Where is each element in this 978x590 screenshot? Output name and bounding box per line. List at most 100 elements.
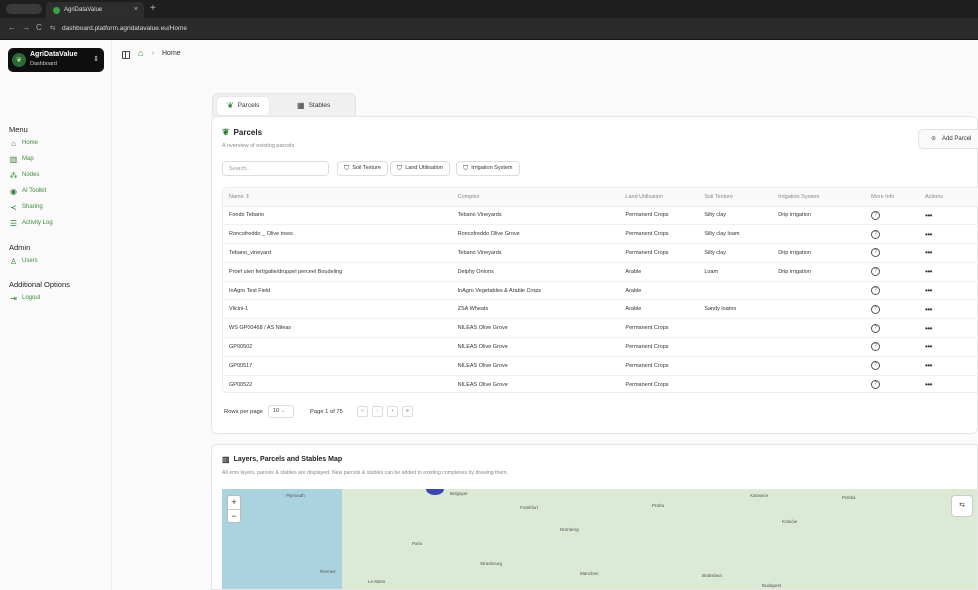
page-indicator: Page 1 of 75 <box>310 408 343 415</box>
more-actions-icon[interactable]: ••• <box>925 380 932 389</box>
table-row[interactable]: Fondo Tebano Tebano Vineyards Permanent Cr… <box>223 206 978 226</box>
sidebar-item-users[interactable]: ♙ Users <box>9 255 38 267</box>
site-info-icon[interactable]: ⇆ <box>50 22 58 36</box>
map-view[interactable]: Belgique Praha Katowice Plymouth Frankfurt Nü… <box>222 489 977 589</box>
table-row[interactable]: GP00517 NILEAS Olive Grove Permanent Crops… <box>223 356 978 376</box>
cell-irrigation-system <box>772 318 866 339</box>
first-page-button[interactable]: « <box>356 406 368 417</box>
help-circle-icon[interactable]: ? <box>871 361 881 371</box>
map-place-label: Strasbourg <box>480 561 503 566</box>
help-circle-icon[interactable]: ? <box>871 210 881 220</box>
rows-per-page-select[interactable]: 10 ⌄ <box>268 405 294 418</box>
table-row[interactable]: InAgro Test Field InAgro Vegetables & Ara… <box>223 281 978 301</box>
more-actions-icon[interactable]: ••• <box>925 361 932 370</box>
table-row[interactable]: Proef uien fertigatie/druppel perceel Bo… <box>223 262 978 282</box>
column-header-more-info: More Info <box>865 188 920 207</box>
sidebar-item-ai-toolkit[interactable]: ◉ AI Toolkit <box>9 185 46 197</box>
table-row[interactable]: Vilcini-1 ZSA Wheats Arable Sandy loams? ••• <box>223 299 978 320</box>
cell-actions: ••• <box>919 375 978 392</box>
cell-complex: InAgro Vegetables & Arable Crops <box>451 281 620 301</box>
search-input[interactable] <box>222 161 329 176</box>
workspace-switcher[interactable]: ❦ AgriDataValue Dashboard ⇕ <box>8 48 104 72</box>
new-tab-button[interactable]: + <box>150 2 156 16</box>
sidebar-item-nodes[interactable]: ⁂ Nodes <box>9 169 40 181</box>
help-circle-icon[interactable]: ? <box>871 229 881 239</box>
reload-icon[interactable]: C <box>36 23 42 32</box>
cell-name: WS GP00468 / AS Nileas <box>223 318 452 339</box>
map-place-label: Praha <box>652 503 665 508</box>
back-icon[interactable]: ← <box>8 23 16 32</box>
forward-icon[interactable]: → <box>22 23 30 32</box>
sidebar-item-map[interactable]: ▥ Map <box>9 153 34 165</box>
filter-icon: ⛉ <box>344 165 350 172</box>
cell-name: GP00517 <box>223 356 452 376</box>
logout-icon: ⇥ <box>10 293 17 303</box>
prev-page-button[interactable]: ‹ <box>371 406 383 417</box>
help-circle-icon[interactable]: ? <box>871 248 881 258</box>
table-row[interactable]: WS GP00468 / AS Nileas NILEAS Olive Grove… <box>223 318 978 339</box>
cell-actions: ••• <box>919 262 978 282</box>
cell-land-utilisation: Permanent Crops <box>619 224 699 245</box>
table-row[interactable]: Tebano_vineyard Tebano Vineyards Permanent… <box>223 243 978 263</box>
tab-stables[interactable]: ▦ Stables <box>287 97 340 115</box>
column-header-name[interactable]: Name ⇕ <box>223 188 452 207</box>
column-header-complex: Complex <box>451 188 620 207</box>
cell-name: GP00502 <box>223 337 452 357</box>
help-circle-icon[interactable]: ? <box>871 286 881 296</box>
tab-close-icon[interactable]: × <box>134 2 138 18</box>
last-page-button[interactable]: » <box>401 406 413 417</box>
more-actions-icon[interactable]: ••• <box>925 286 932 295</box>
filter-soil-texture[interactable]: ⛉ Soil Texture <box>337 161 388 176</box>
table-row[interactable]: GP00522 NILEAS Olive Grove Permanent Crops… <box>223 375 978 392</box>
address-bar[interactable]: ⇆ dashboard.platform.agridatavalue.eu/Hom… <box>50 22 870 36</box>
more-actions-icon[interactable]: ••• <box>925 248 932 257</box>
sidebar-item-label: Sharing <box>22 204 43 210</box>
more-actions-icon[interactable]: ••• <box>925 342 932 351</box>
filter-icon: ⛉ <box>463 165 469 172</box>
breadcrumb-home-icon[interactable]: ⌂ <box>138 48 143 58</box>
next-page-button[interactable]: › <box>386 406 398 417</box>
cell-more-info: ? <box>865 299 920 320</box>
map-place-label: Frankfurt <box>520 505 539 510</box>
table-row[interactable]: GP00502 NILEAS Olive Grove Permanent Crops… <box>223 337 978 357</box>
filter-label: Soil Texture <box>352 165 381 171</box>
layers-toggle-button[interactable]: ⇆ <box>951 495 973 517</box>
nodes-icon: ⁂ <box>9 170 18 180</box>
sidebar-item-activity-log[interactable]: ☰ Activity Log <box>9 217 53 229</box>
cell-soil-texture <box>698 337 773 357</box>
sidebar-item-home[interactable]: ⌂ Home <box>9 137 38 149</box>
cell-land-utilisation: Permanent Crops <box>619 337 699 357</box>
cell-more-info: ? <box>865 224 920 245</box>
more-actions-icon[interactable]: ••• <box>925 324 932 333</box>
sidebar-toggle-icon[interactable] <box>122 51 130 59</box>
help-circle-icon[interactable]: ? <box>871 380 881 390</box>
help-circle-icon[interactable]: ? <box>871 323 881 333</box>
more-actions-icon[interactable]: ••• <box>925 267 932 276</box>
add-parcel-button[interactable]: ⊕ Add Parcel <box>918 129 978 149</box>
cell-complex: Delphy Onions <box>451 262 620 282</box>
filter-irrigation-system[interactable]: ⛉ Irrigation System <box>456 161 520 176</box>
table-row[interactable]: Roncofreddo _ Olive trees Roncofreddo Oli… <box>223 224 978 245</box>
more-actions-icon[interactable]: ••• <box>925 230 932 239</box>
map-cluster-marker[interactable] <box>426 489 444 495</box>
help-circle-icon[interactable]: ? <box>871 342 881 352</box>
zoom-in-button[interactable]: + <box>228 496 240 510</box>
filter-land-utilisation[interactable]: ⛉ Land Utilisation <box>390 161 450 176</box>
parcels-title: ❦ Parcels <box>222 127 262 138</box>
window-controls[interactable] <box>6 4 42 14</box>
cell-complex: Roncofreddo Olive Grove <box>451 224 620 245</box>
cell-soil-texture: Silty clay <box>698 243 773 263</box>
more-actions-icon[interactable]: ••• <box>925 211 932 220</box>
cell-actions: ••• <box>919 243 978 263</box>
plus-circle-icon: ⊕ <box>931 136 937 142</box>
cell-irrigation-system <box>772 356 866 376</box>
more-actions-icon[interactable]: ••• <box>925 305 932 314</box>
help-circle-icon[interactable]: ? <box>871 304 881 314</box>
cell-name: Fondo Tebano <box>223 206 452 226</box>
zoom-out-button[interactable]: − <box>228 510 240 523</box>
sidebar-item-sharing[interactable]: ≺ Sharing <box>9 201 43 213</box>
browser-tab[interactable]: AgriDataValue × <box>46 2 144 18</box>
help-circle-icon[interactable]: ? <box>871 267 881 277</box>
sidebar-item-logout[interactable]: ⇥ Logout <box>9 292 40 304</box>
tab-parcels[interactable]: ❦ Parcels <box>217 97 270 115</box>
